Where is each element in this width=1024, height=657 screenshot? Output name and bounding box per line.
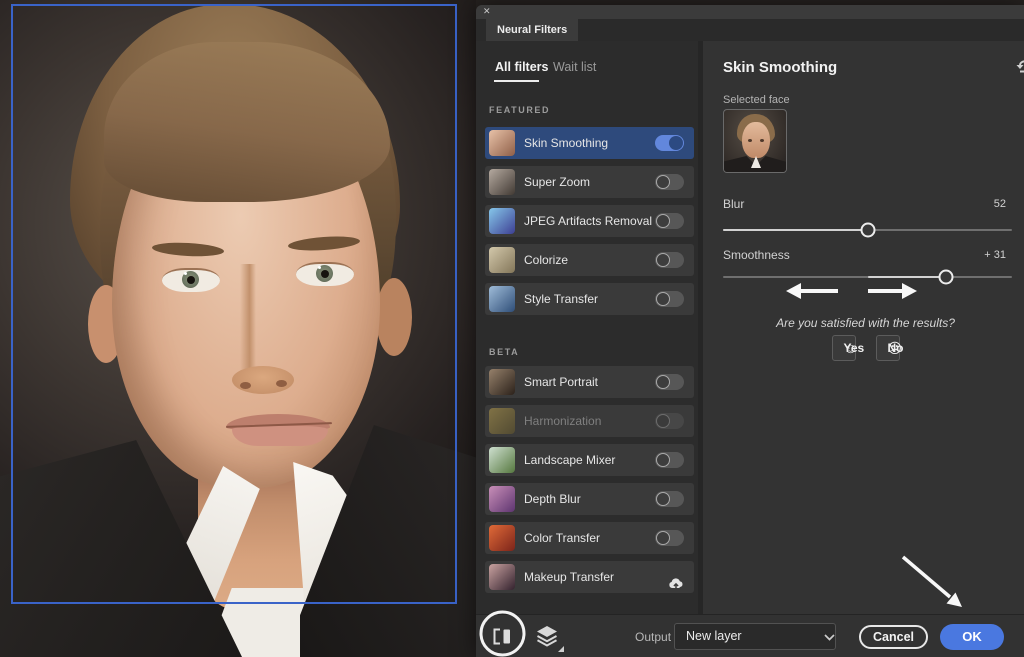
selected-face-thumbnail[interactable] — [723, 109, 787, 173]
active-tab-underline — [494, 80, 539, 82]
filter-thumbnail — [489, 247, 515, 273]
tab-neural-filters[interactable]: Neural Filters — [486, 19, 578, 41]
smoothness-slider-label: Smoothness — [723, 248, 790, 262]
dialog-tab-row: Neural Filters — [476, 19, 1024, 41]
filter-label: Smart Portrait — [524, 375, 598, 389]
blur-slider-handle[interactable] — [860, 223, 875, 238]
no-button[interactable]: ☹ No — [876, 335, 900, 361]
dialog-footer: Output New layer Cancel OK — [476, 614, 1024, 657]
blur-slider-label: Blur — [723, 197, 744, 211]
tab-wait-list[interactable]: Wait list — [553, 60, 596, 74]
filter-toggle[interactable] — [655, 291, 684, 307]
filter-list-panel: All filters Wait list FEATURED Skin Smoo… — [476, 41, 698, 614]
screenshot-stage: ✕ Neural Filters All filters Wait list F… — [0, 0, 1024, 657]
no-label: No — [888, 341, 904, 355]
filter-label: Harmonization — [524, 414, 601, 428]
filter-row-colorize[interactable]: Colorize — [485, 244, 694, 276]
filter-label: Skin Smoothing — [524, 136, 608, 150]
document-canvas-portrait — [0, 0, 476, 657]
filter-toggle[interactable] — [655, 252, 684, 268]
filter-label: Super Zoom — [524, 175, 590, 189]
filter-toggle[interactable] — [655, 213, 684, 229]
filter-thumbnail — [489, 486, 515, 512]
blur-slider[interactable] — [723, 222, 1012, 238]
ok-button[interactable]: OK — [940, 624, 1004, 650]
selected-face-label: Selected face — [723, 94, 790, 106]
settings-title: Skin Smoothing — [723, 59, 837, 76]
filter-row-color-transfer[interactable]: Color Transfer — [485, 522, 694, 554]
smoothness-slider[interactable] — [723, 269, 1012, 285]
yes-button[interactable]: ☺ Yes — [832, 335, 856, 361]
filter-label: Landscape Mixer — [524, 453, 615, 467]
filter-thumbnail — [489, 447, 515, 473]
filter-toggle — [655, 413, 684, 429]
smoothness-slider-handle[interactable] — [938, 270, 953, 285]
yes-label: Yes — [844, 341, 865, 355]
filter-toggle[interactable] — [655, 374, 684, 390]
smoothness-slider-value: + 31 — [984, 249, 1006, 261]
feedback-buttons: ☺ Yes ☹ No — [723, 335, 1008, 361]
section-label-featured: FEATURED — [489, 105, 550, 115]
filter-label: Colorize — [524, 253, 568, 267]
filter-thumbnail — [489, 525, 515, 551]
filter-thumbnail — [489, 169, 515, 195]
layers-menu-corner — [558, 646, 564, 652]
filter-label: Color Transfer — [524, 531, 600, 545]
filter-label: JPEG Artifacts Removal — [524, 214, 652, 228]
filter-label: Style Transfer — [524, 292, 598, 306]
filter-row-harmonization: Harmonization — [485, 405, 694, 437]
filter-row-smart-portrait[interactable]: Smart Portrait — [485, 366, 694, 398]
neural-filters-dialog: ✕ Neural Filters All filters Wait list F… — [476, 5, 1024, 657]
filter-toggle[interactable] — [655, 174, 684, 190]
section-label-beta: BETA — [489, 347, 519, 357]
filter-toggle[interactable] — [655, 452, 684, 468]
filter-row-jpeg-artifacts-removal[interactable]: JPEG Artifacts Removal — [485, 205, 694, 237]
filter-row-super-zoom[interactable]: Super Zoom — [485, 166, 694, 198]
cancel-button[interactable]: Cancel — [859, 625, 928, 649]
filter-thumbnail — [489, 369, 515, 395]
filter-toggle[interactable] — [655, 135, 684, 151]
filter-label: Makeup Transfer — [524, 570, 614, 584]
filter-thumbnail — [489, 130, 515, 156]
filter-thumbnail — [489, 408, 515, 434]
face-selection-border — [11, 4, 457, 604]
output-label: Output — [635, 630, 671, 644]
filter-toggle[interactable] — [655, 491, 684, 507]
dialog-titlebar: ✕ — [476, 5, 1024, 19]
blur-slider-value: 52 — [994, 198, 1006, 210]
filter-row-landscape-mixer[interactable]: Landscape Mixer — [485, 444, 694, 476]
output-dropdown[interactable]: New layer — [674, 623, 836, 650]
filter-label: Depth Blur — [524, 492, 581, 506]
filter-row-makeup-transfer[interactable]: Makeup Transfer — [485, 561, 694, 593]
filter-thumbnail — [489, 564, 515, 590]
filter-thumbnail — [489, 208, 515, 234]
close-icon[interactable]: ✕ — [483, 6, 491, 17]
filter-row-skin-smoothing[interactable]: Skin Smoothing — [485, 127, 694, 159]
filter-toggle[interactable] — [655, 530, 684, 546]
feedback-question: Are you satisfied with the results? — [723, 316, 1008, 330]
filter-row-style-transfer[interactable]: Style Transfer — [485, 283, 694, 315]
filter-row-depth-blur[interactable]: Depth Blur — [485, 483, 694, 515]
filter-thumbnail — [489, 286, 515, 312]
filter-settings-panel: Skin Smoothing Selected face Blur 52 Smo… — [703, 41, 1024, 614]
tab-all-filters[interactable]: All filters — [495, 60, 549, 74]
output-dropdown-value: New layer — [686, 624, 742, 649]
